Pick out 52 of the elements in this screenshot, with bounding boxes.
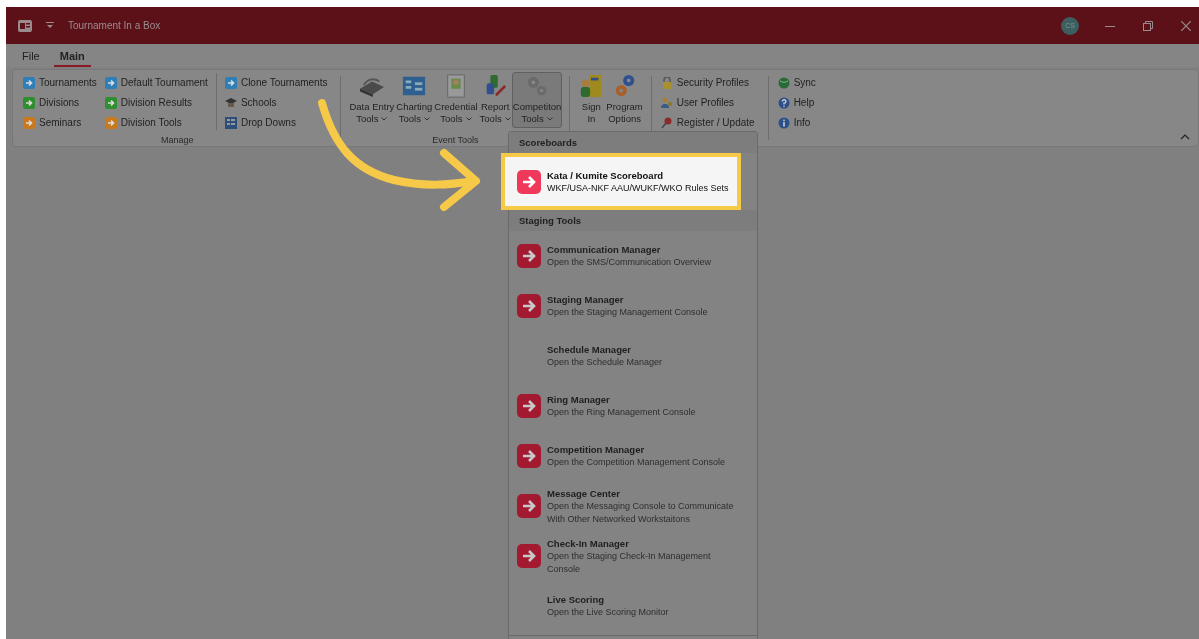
group-label: Manage xyxy=(160,135,194,146)
menu-item[interactable]: Check-In Manager Open the Staging Check-In Management Console xyxy=(509,531,757,581)
restore-icon[interactable] xyxy=(1143,20,1153,31)
ribbon-item[interactable]: Clone Tournaments xyxy=(224,75,328,90)
ribbon-item[interactable]: Tournaments xyxy=(23,75,97,90)
ribbon-item[interactable]: Sync xyxy=(777,75,816,90)
ribbon-button[interactable]: Data Entry Tools xyxy=(348,72,396,128)
close-icon[interactable] xyxy=(1181,20,1191,31)
list-icon xyxy=(224,116,237,129)
ribbon-button[interactable]: Program Options xyxy=(605,72,644,128)
graduation-cap-icon xyxy=(224,96,237,109)
pushpin-icon xyxy=(660,116,673,129)
menu-item[interactable]: Live Scoring Open the Live Scoring Monitor xyxy=(509,581,757,631)
ribbon-item[interactable]: Default Tournament xyxy=(104,75,208,90)
menu-item[interactable]: Message Center Open the Messaging Console to Communicate With Other Networked Workstaitons xyxy=(509,481,757,531)
ribbon-item[interactable]: Drop Downs xyxy=(224,115,328,130)
ribbon-button[interactable]: Charting Tools xyxy=(395,72,434,128)
ribbon-item[interactable]: Division Tools xyxy=(104,115,208,130)
window-title: Tournament In a Box xyxy=(68,20,161,31)
menu-item[interactable]: Kata / Kumite Scoreboard WKF/USA-NKF AAU/WUKF/WKO Rules Sets xyxy=(501,153,741,210)
ribbon-button[interactable]: Report Tools xyxy=(478,72,512,128)
chart-icon xyxy=(401,74,428,98)
app-icon xyxy=(18,19,32,32)
quick-access-icon[interactable] xyxy=(46,22,54,29)
lock-icon xyxy=(660,76,673,89)
ribbon-tab[interactable]: File xyxy=(16,48,46,67)
section-heading: Staging Tools xyxy=(509,210,757,231)
ribbon-item[interactable]: Schools xyxy=(224,95,328,110)
section-heading: Scoreboards xyxy=(509,132,757,153)
ribbon-button[interactable]: Sign In xyxy=(577,72,606,128)
ribbon-item[interactable]: Help xyxy=(777,95,816,110)
ribbon-item[interactable]: User Profiles xyxy=(660,95,755,110)
ribbon-item[interactable]: Register / Update xyxy=(660,115,755,130)
ribbon-item[interactable]: Security Profiles xyxy=(660,75,755,90)
globe-icon xyxy=(777,76,790,89)
info-icon xyxy=(777,116,790,129)
ribbon-item[interactable]: Division Results xyxy=(104,95,208,110)
menu-item[interactable]: Competition Manager Open the Competition Management Console xyxy=(509,431,757,481)
group-label: Event Tools xyxy=(432,135,479,146)
menu-item[interactable]: Staging Manager Open the Staging Management Console xyxy=(509,281,757,331)
menu-item[interactable]: Ring Manager Open the Ring Management Console xyxy=(509,381,757,431)
ribbon-tab[interactable]: Main xyxy=(53,48,91,67)
ribbon-item[interactable]: Info xyxy=(777,115,816,130)
menu-item[interactable]: Schedule Manager Open the Schedule Manager xyxy=(509,331,757,381)
ribbon-item[interactable]: Divisions xyxy=(23,95,97,110)
ribbon-button[interactable]: Competiton Tools xyxy=(511,72,563,128)
ribbon-button[interactable]: Credential Tools xyxy=(433,72,479,128)
users-icon xyxy=(660,96,673,109)
help-icon xyxy=(777,96,790,109)
menu-item[interactable]: Communication Manager Open the SMS/Communication Overview xyxy=(509,231,757,281)
ribbon-item[interactable]: Seminars xyxy=(23,115,97,130)
collapse-icon[interactable] xyxy=(1180,134,1190,140)
